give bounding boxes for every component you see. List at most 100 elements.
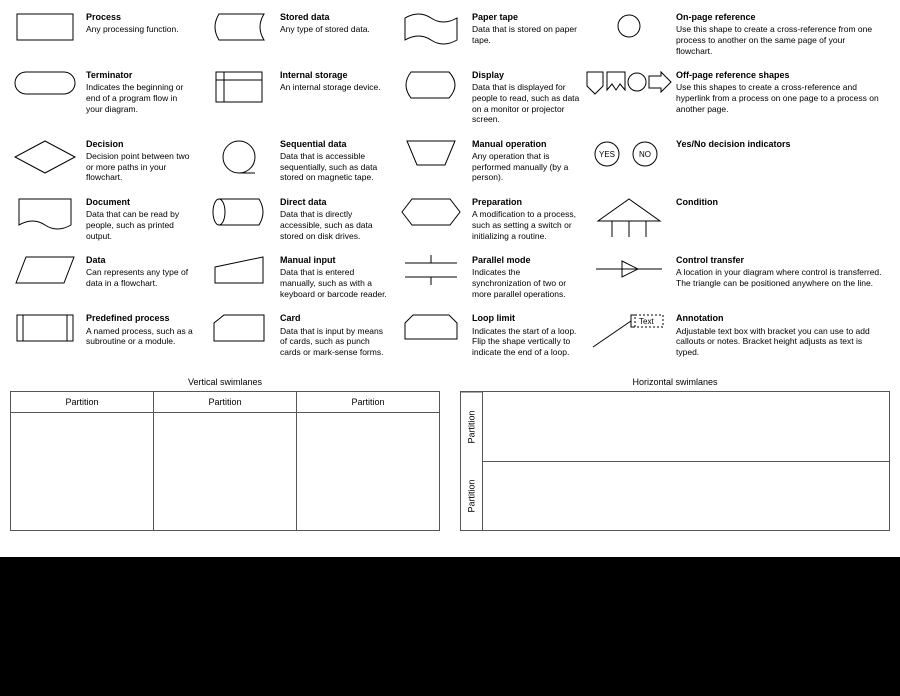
looplimit-title: Loop limit [472,313,580,324]
flowchart-shapes-reference: ProcessAny processing function. Stored d… [0,0,900,557]
shapes-grid: ProcessAny processing function. Stored d… [0,0,900,367]
card-desc: Data that is input by means of cards, su… [280,326,383,357]
swimlanes-section: Vertical swimlanes Partition Partition P… [0,373,900,535]
horizontal-swimlanes-diagram: Partition Partition [460,391,890,531]
onpage-title: On-page reference [676,12,882,23]
stored-data-shape-icon [209,12,269,42]
internal-storage-entry: Internal storageAn internal storage devi… [198,66,390,129]
document-desc: Data that can be read by people, such as… [86,209,179,240]
manual-operation-shape-icon [403,139,459,167]
document-title: Document [86,197,196,208]
annotation-text-label: Text [639,317,654,326]
vertical-swimlanes-diagram: Partition Partition Partition [10,391,440,531]
paper-tape-entry: Paper tapeData that is stored on paper t… [390,8,582,60]
onpage-desc: Use this shape to create a cross-referen… [676,24,872,55]
manual-input-entry: Manual inputData that is entered manuall… [198,251,390,303]
partition-label: Partition [11,392,153,413]
parallel-title: Parallel mode [472,255,580,266]
annotation-entry: Text Annotation Adjustable text box with … [582,309,884,361]
condition-title: Condition [676,197,718,208]
data-entry: DataCan represents any type of data in a… [4,251,198,303]
document-entry: DocumentData that can be read by people,… [4,193,198,245]
partition-label: Partition [461,392,482,462]
predefined-process-entry: Predefined process A named process, such … [4,309,198,361]
display-desc: Data that is displayed for people to rea… [472,82,579,124]
no-label: NO [639,150,651,159]
display-title: Display [472,70,580,81]
offpage-title: Off-page reference shapes [676,70,882,81]
manual-input-shape-icon [211,255,267,285]
condition-entry: Condition [582,193,884,245]
control-transfer-shape-icon [594,255,664,283]
predefined-process-shape-icon [15,313,75,343]
terminator-title: Terminator [86,70,196,81]
card-title: Card [280,313,388,324]
vertical-swimlanes: Vertical swimlanes Partition Partition P… [10,377,440,531]
direct-title: Direct data [280,197,388,208]
manualop-title: Manual operation [472,139,580,150]
offpage-ref-entry: Off-page reference shapesUse this shapes… [582,66,884,129]
sequential-title: Sequential data [280,139,388,150]
decision-desc: Decision point between two or more paths… [86,151,189,182]
data-title: Data [86,255,196,266]
vertical-swimlanes-title: Vertical swimlanes [10,377,440,387]
condition-shape-icon [594,197,664,241]
process-entry: ProcessAny processing function. [4,8,198,60]
decision-title: Decision [86,139,196,150]
manual-operation-entry: Manual operationAny operation that is pe… [390,135,582,187]
offpage-desc: Use this shapes to create a cross-refere… [676,82,879,113]
display-shape-icon [399,70,463,100]
manualop-desc: Any operation that is performed manually… [472,151,568,182]
manualinput-desc: Data that is entered manually, such as w… [280,267,387,298]
preparation-entry: PreparationA modification to a process, … [390,193,582,245]
predefined-title: Predefined process [86,313,196,324]
process-shape-icon [15,12,75,42]
stored-data-entry: Stored dataAny type of stored data. [198,8,390,60]
manualinput-title: Manual input [280,255,388,266]
yesno-entry: YES NO Yes/No decision indicators [582,135,884,187]
terminator-entry: TerminatorIndicates the beginning or end… [4,66,198,129]
annotation-shape-icon: Text [591,313,667,349]
decision-entry: DecisionDecision point between two or mo… [4,135,198,187]
sequential-data-entry: Sequential dataData that is accessible s… [198,135,390,187]
direct-desc: Data that is directly accessible, such a… [280,209,373,240]
looplimit-desc: Indicates the start of a loop. Flip the … [472,326,576,357]
parallel-mode-entry: Parallel modeIndicates the synchronizati… [390,251,582,303]
data-desc: Can represents any type of data in a flo… [86,267,188,288]
data-shape-icon [14,255,76,285]
parallel-mode-shape-icon [401,255,461,285]
horizontal-swimlanes: Horizontal swimlanes Partition Partition [460,377,890,531]
onpage-ref-entry: On-page referenceUse this shape to creat… [582,8,884,60]
predefined-desc: A named process, such as a subroutine or… [86,326,193,347]
internal-storage-shape-icon [214,70,264,104]
sequential-desc: Data that is accessible sequentially, su… [280,151,377,182]
internal-desc: An internal storage device. [280,82,381,92]
control-transfer-entry: Control transferA location in your diagr… [582,251,884,303]
direct-data-shape-icon [209,197,269,227]
horizontal-swimlanes-title: Horizontal swimlanes [460,377,890,387]
annotation-title: Annotation [676,313,882,324]
display-entry: DisplayData that is displayed for people… [390,66,582,129]
partition-label: Partition [297,392,439,413]
partition-label: Partition [461,462,482,531]
partition-label: Partition [154,392,296,413]
papertape-title: Paper tape [472,12,580,23]
card-shape-icon [212,313,266,343]
direct-data-entry: Direct dataData that is directly accessi… [198,193,390,245]
offpage-ref-shapes-icon [585,70,673,100]
stored-title: Stored data [280,12,370,23]
onpage-ref-shape-icon [615,12,643,40]
paper-tape-shape-icon [401,12,461,46]
card-entry: Card Data that is input by means of cards… [198,309,390,361]
control-desc: A location in your diagram where control… [676,267,882,288]
yesno-shapes-icon: YES NO [589,139,669,169]
preparation-desc: A modification to a process, such as set… [472,209,576,240]
footer-black-bar [0,557,900,696]
internal-title: Internal storage [280,70,381,81]
sequential-data-shape-icon [219,139,259,179]
preparation-shape-icon [400,197,462,227]
terminator-shape-icon [13,70,77,96]
annotation-desc: Adjustable text box with bracket you can… [676,326,870,357]
control-title: Control transfer [676,255,882,266]
stored-desc: Any type of stored data. [280,24,370,34]
